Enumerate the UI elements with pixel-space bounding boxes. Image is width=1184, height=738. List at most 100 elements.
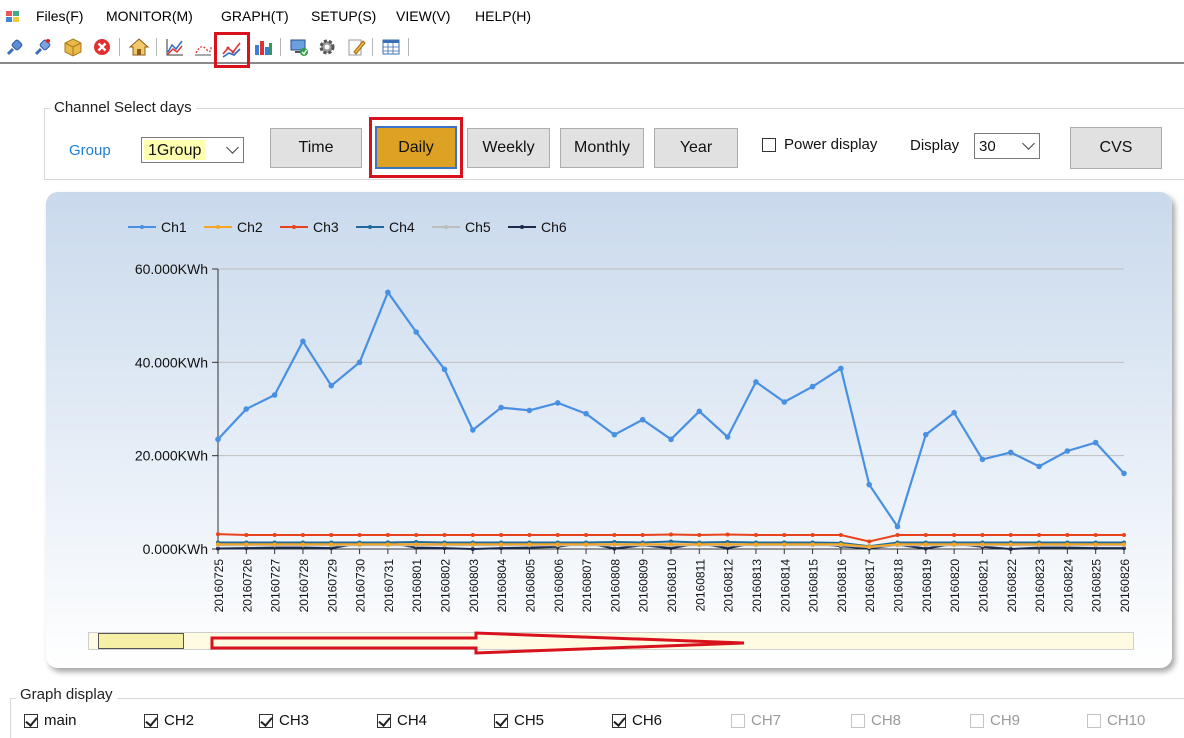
monitor-icon[interactable] [288,36,310,58]
data-point-ch1 [1036,463,1042,470]
data-point-ch3 [300,533,305,537]
package-icon[interactable] [62,36,84,58]
data-point-ch2 [1037,542,1042,547]
data-point-ch2 [895,542,900,547]
data-point-ch1 [470,427,476,433]
menu-bar: Files(F) MONITOR(M) GRAPH(T) SETUP(S) VI… [0,0,1184,32]
time-button[interactable]: Time [270,128,362,168]
data-point-ch2 [612,542,617,547]
power-display-checkbox[interactable] [762,138,776,152]
toolbar-separator [408,38,409,56]
data-point-ch1 [724,434,731,440]
menu-graph[interactable]: GRAPH(T) [221,8,289,24]
app-icon[interactable] [5,8,21,24]
data-point-ch3 [1122,533,1126,537]
graph-display-checkbox-main[interactable] [24,713,38,728]
area-chart-icon[interactable] [164,36,186,58]
graph-display-checkbox-ch5[interactable] [494,713,508,728]
graph-display-item-ch4: CH4 [377,712,427,729]
weekly-button[interactable]: Weekly [467,128,550,168]
x-tick-label: 20160805 [523,559,537,613]
graph-display-checkbox-ch6[interactable] [612,713,626,728]
cvs-button[interactable]: CVS [1070,127,1162,169]
graph-display-checkbox-ch2[interactable] [144,713,158,728]
graph-display-item-ch10: CH10 [1087,712,1145,729]
data-point-ch3 [442,533,447,537]
data-point-ch3 [1093,533,1098,537]
display-label: Display [910,137,960,154]
graph-display-label-ch8: CH8 [871,712,902,729]
data-point-ch1 [215,436,221,443]
x-tick-label: 20160825 [1090,559,1104,613]
x-tick-label: 20160822 [1005,559,1019,613]
menu-monitor[interactable]: MONITOR(M) [106,8,193,24]
data-point-ch3 [385,533,390,537]
graph-display-item-ch5: CH5 [494,712,544,729]
bar-chart-icon[interactable] [252,36,274,58]
menu-files[interactable]: Files(F) [36,8,83,24]
data-point-ch1 [668,436,674,443]
edit-icon[interactable] [345,36,367,58]
stop-icon[interactable] [91,36,113,58]
data-point-ch2 [810,542,815,547]
chevron-down-icon [1022,137,1035,150]
data-point-ch3 [612,533,617,537]
graph-display-label-ch7: CH7 [751,712,782,729]
daily-button[interactable]: Daily [375,126,457,169]
chart-scroll-thumb[interactable] [98,633,184,649]
graph-display-item-ch9: CH9 [970,712,1020,729]
data-point-ch1 [611,431,618,438]
graph-display-checkbox-ch10 [1087,713,1101,728]
line-chart: 0.000KWh 20.000KWh 40.000KWh 60.000KWh 20160… [128,219,1132,613]
data-point-ch1 [979,456,986,463]
menu-view[interactable]: VIEW(V) [396,8,450,24]
legend-marker-ch6 [520,225,524,229]
x-tick-label: 20160731 [382,559,396,613]
x-tick-label: 20160817 [863,559,877,613]
x-tick-label: 20160729 [325,559,339,613]
x-tick-label: 20160806 [552,559,566,613]
data-point-ch3 [216,532,220,537]
menu-setup[interactable]: SETUP(S) [311,8,376,24]
x-tick-label: 20160804 [495,559,509,613]
data-point-ch1 [639,416,646,423]
data-point-ch1 [356,359,363,366]
group-select[interactable]: 1Group [141,137,244,163]
y-tick-label: 60.000KWh [135,261,208,277]
x-tick-label: 20160812 [722,559,736,613]
gear-icon[interactable] [316,36,338,58]
display-select[interactable]: 30 [974,133,1040,159]
line-chart-icon[interactable] [214,32,250,68]
chevron-down-icon [226,141,239,154]
data-point-ch3 [867,539,872,544]
graph-display-label-ch3: CH3 [279,712,310,729]
toolbar-separator [156,38,157,56]
data-point-ch3 [1008,533,1013,537]
group-label: Group [69,142,111,159]
power-display-label: Power display [784,136,878,153]
y-tick-label: 20.000KWh [135,448,208,464]
data-point-ch2 [329,542,334,547]
legend-label-ch6: Ch6 [541,219,567,235]
data-point-ch1 [441,366,448,373]
menu-help[interactable]: HELP(H) [475,8,531,24]
data-point-ch3 [1037,533,1042,537]
data-point-ch2 [414,542,419,547]
table-icon[interactable] [380,36,402,58]
connect-icon[interactable] [4,36,26,58]
scatter-chart-icon[interactable] [192,36,214,58]
data-point-ch2 [923,542,928,547]
monthly-button[interactable]: Monthly [560,128,644,168]
data-point-ch3 [923,533,928,537]
data-point-ch3 [414,533,419,537]
graph-display-checkbox-ch3[interactable] [259,713,273,728]
y-tick-label: 40.000KWh [135,354,208,370]
x-tick-label: 20160811 [693,559,707,612]
home-icon[interactable] [128,36,150,58]
year-button[interactable]: Year [654,128,738,168]
x-tick-label: 20160807 [580,559,594,613]
disconnect-icon[interactable] [32,36,54,58]
data-point-ch3 [272,533,277,537]
y-tick-label: 0.000KWh [143,541,208,557]
graph-display-checkbox-ch4[interactable] [377,713,391,728]
